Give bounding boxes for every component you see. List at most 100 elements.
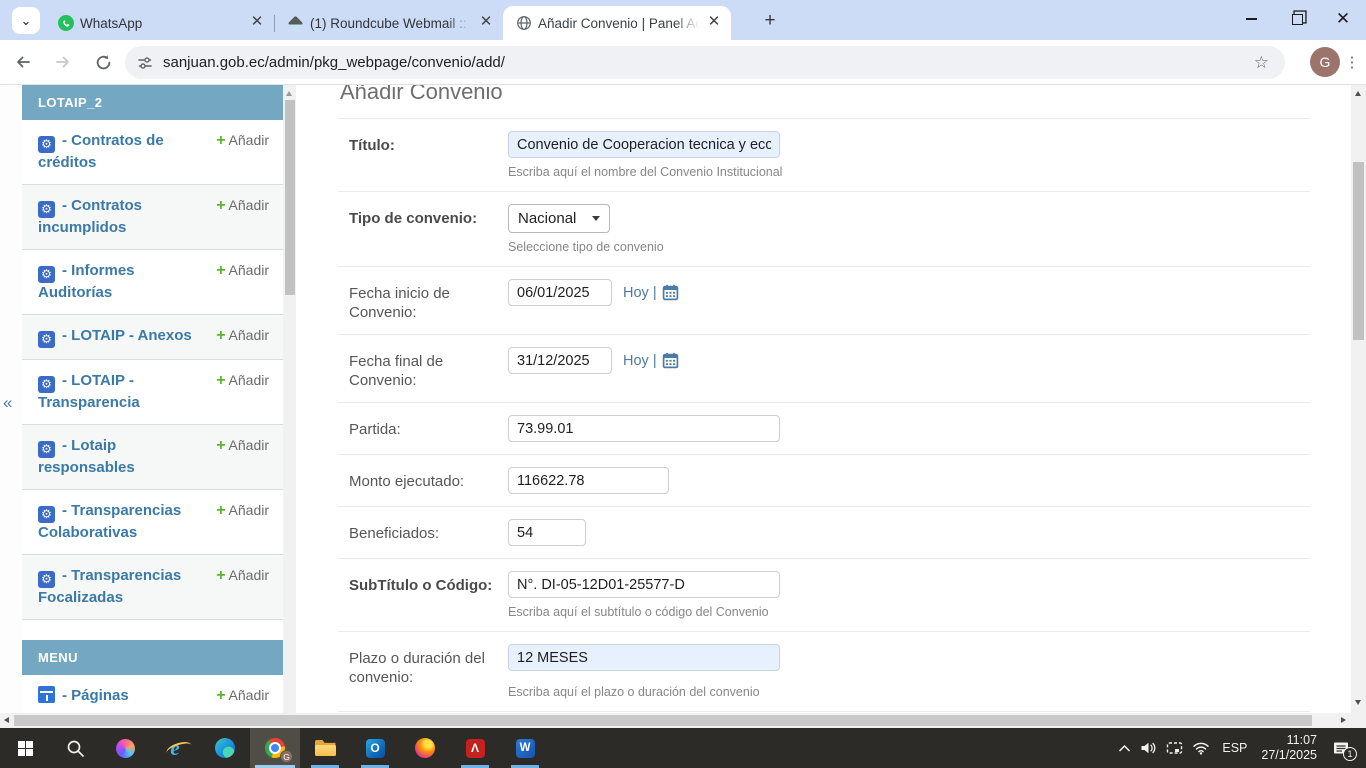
today-link[interactable]: Hoy | [623, 285, 657, 301]
address-bar[interactable]: sanjuan.gob.ec/admin/pkg_webpage/conveni… [125, 46, 1285, 79]
site-settings-icon[interactable] [137, 55, 153, 71]
scroll-left-arrow[interactable] [4, 717, 9, 723]
input-monto[interactable] [508, 467, 669, 494]
input-beneficiados[interactable] [508, 519, 586, 546]
back-button[interactable] [6, 45, 40, 79]
window-minimize-button[interactable] [1228, 0, 1274, 38]
sidebar-item[interactable]: - Transparencias Colaborativas +Añadir [22, 490, 283, 555]
notification-center-icon[interactable]: 1 [1333, 741, 1357, 761]
input-partida[interactable] [508, 415, 780, 442]
sidebar-item-label: - Transparencias Colaborativas [38, 502, 182, 541]
sidebar-item[interactable]: - Contratos incumplidos+Añadir [22, 185, 283, 250]
tray-time: 11:07 [1286, 733, 1317, 747]
add-link[interactable]: + Añadir [216, 370, 269, 391]
browser-tab[interactable]: Añadir Convenio | Panel Admin ✕ [503, 6, 731, 40]
form-row: Beneficiados: [338, 507, 1310, 559]
add-link[interactable]: + Añadir [216, 130, 269, 151]
add-link[interactable]: + Añadir [216, 435, 269, 456]
avatar-badge: G [280, 750, 293, 763]
sidebar-scrollbar[interactable] [283, 85, 296, 713]
sidebar-item[interactable]: - Lotaip responsables+Añadir [22, 425, 283, 490]
sidebar-collapse-button[interactable]: « [3, 393, 12, 413]
wifi-icon[interactable] [1192, 741, 1210, 755]
plus-icon: + [216, 197, 226, 214]
profile-avatar[interactable]: G [1310, 47, 1340, 77]
add-link[interactable]: + Añadir [216, 195, 269, 216]
volume-icon[interactable] [1140, 741, 1157, 755]
window-close-button[interactable]: ✕ [1320, 0, 1366, 38]
taskbar-start-button[interactable] [0, 728, 50, 768]
form-row: Partida: [338, 403, 1310, 455]
sidebar-item-label: - Transparencias Focalizadas [38, 567, 182, 606]
tab-close-icon[interactable]: ✕ [705, 14, 723, 32]
scroll-up-arrow[interactable] [1355, 91, 1361, 96]
taskbar-copilot-button[interactable] [100, 728, 150, 768]
field-label-partida: Partida: [349, 421, 401, 438]
add-link[interactable]: + Añadir [216, 565, 269, 586]
browser-tab[interactable]: WhatsApp ✕ [46, 6, 274, 40]
window-restore-button[interactable] [1274, 0, 1320, 38]
new-tab-button[interactable]: + [758, 10, 782, 34]
connect-display-icon[interactable] [1166, 741, 1183, 755]
browser-menu-button[interactable]: ⋮ [1342, 47, 1362, 77]
page-vertical-scrollbar[interactable] [1351, 85, 1366, 713]
field-helper: Escriba aquí el plazo o duración del con… [508, 685, 760, 699]
sidebar-item[interactable]: - Informes Auditorías+Añadir [22, 250, 283, 315]
reload-button[interactable] [86, 45, 120, 79]
taskbar-file-explorer-button[interactable] [300, 728, 350, 768]
sidebar-item[interactable]: - Páginas + Añadir [22, 675, 283, 713]
vertical-scroll-thumb[interactable] [1353, 162, 1364, 340]
forward-button[interactable] [46, 45, 80, 79]
tab-close-icon[interactable]: ✕ [477, 14, 495, 32]
input-fecha_final[interactable] [508, 347, 612, 374]
select-tipo[interactable]: Nacional [508, 204, 610, 233]
add-link[interactable]: + Añadir [216, 685, 269, 706]
taskbar-word-button[interactable] [500, 728, 550, 768]
calendar-icon[interactable] [662, 284, 679, 301]
sidebar-scroll-up-arrow[interactable] [286, 91, 292, 96]
file-explorer-icon [314, 740, 336, 756]
taskbar-chrome-button[interactable]: G [250, 728, 300, 768]
field-label-subtitulo: SubTítulo o Código: [349, 577, 493, 594]
language-indicator[interactable]: ESP [1222, 741, 1247, 755]
horizontal-scroll-thumb[interactable] [14, 715, 1312, 726]
pages-icon [38, 686, 55, 703]
add-link[interactable]: + Añadir [216, 500, 269, 521]
sidebar-item[interactable]: - Transparencias Focalizadas +Añadir [22, 555, 283, 620]
admin-sidebar: LOTAIP_2- Contratos de créditos+Añadir- … [22, 85, 283, 713]
input-fecha_inicio[interactable] [508, 279, 612, 306]
field-label-monto: Monto ejecutado: [349, 473, 465, 490]
taskbar-edge-button[interactable] [200, 728, 250, 768]
taskbar-outlook-button[interactable] [350, 728, 400, 768]
section-title: LOTAIP_2 [38, 95, 103, 110]
clock[interactable]: 11:07 27/1/2025 [1261, 733, 1317, 763]
input-subtitulo[interactable] [508, 571, 780, 598]
add-link[interactable]: + Añadir [216, 325, 269, 346]
page-horizontal-scrollbar[interactable] [0, 713, 1366, 728]
calendar-icon[interactable] [662, 352, 679, 369]
add-link[interactable]: + Añadir [216, 260, 269, 281]
sidebar-item[interactable]: - LOTAIP - Transparencia+Añadir [22, 360, 283, 425]
plus-icon: + [216, 687, 226, 704]
plus-icon: + [216, 502, 226, 519]
sidebar-scroll-thumb[interactable] [284, 100, 295, 295]
taskbar-internet-explorer-button[interactable] [150, 728, 200, 768]
input-plazo[interactable] [508, 644, 780, 671]
sidebar-item[interactable]: - LOTAIP - Anexos +Añadir [22, 315, 283, 360]
tray-chevron-up-icon[interactable] [1118, 744, 1131, 753]
bookmark-star-icon[interactable]: ☆ [1254, 53, 1269, 73]
today-link[interactable]: Hoy | [623, 353, 657, 369]
url-text[interactable]: sanjuan.gob.ec/admin/pkg_webpage/conveni… [163, 54, 1254, 71]
scroll-down-arrow[interactable] [1355, 700, 1361, 705]
gear-icon [38, 136, 55, 153]
tab-search-button[interactable]: ⌄ [12, 7, 40, 34]
scroll-right-arrow[interactable] [1341, 717, 1346, 723]
taskbar-firefox-button[interactable] [400, 728, 450, 768]
tab-close-icon[interactable]: ✕ [248, 14, 266, 32]
sidebar-item[interactable]: - Contratos de créditos +Añadir [22, 120, 283, 185]
taskbar-search-button[interactable] [50, 728, 100, 768]
whatsapp-icon [58, 15, 74, 31]
input-titulo[interactable] [508, 131, 780, 158]
browser-tab[interactable]: (1) Roundcube Webmail :: Entra ✕ [275, 6, 503, 40]
taskbar-acrobat-button[interactable] [450, 728, 500, 768]
